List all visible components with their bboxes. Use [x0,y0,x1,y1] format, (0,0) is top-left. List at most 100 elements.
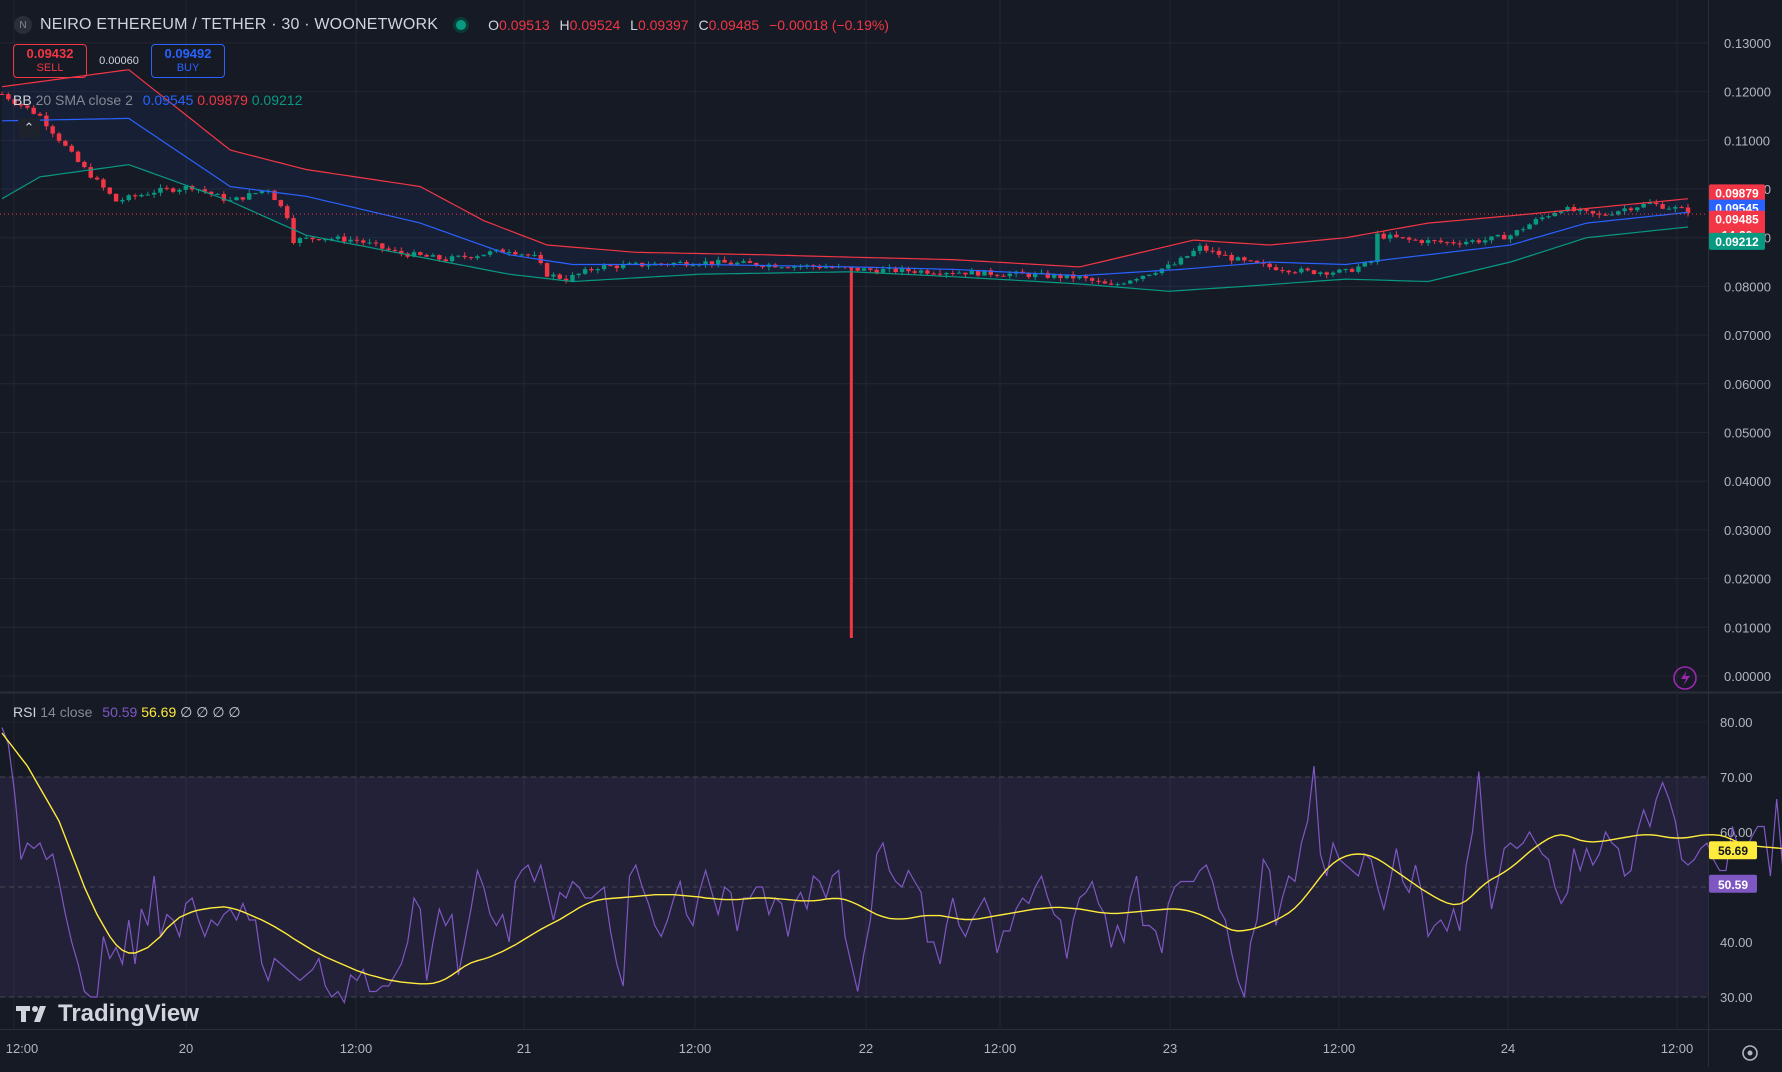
time-axis-tick: 21 [517,1041,531,1056]
candle-body [1470,240,1475,242]
candle-body [278,200,284,207]
symbol-icon[interactable]: N [14,16,32,34]
price-axis-tick: 0.06000 [1724,377,1771,392]
candle-body [1273,267,1279,271]
candle-body [246,193,252,200]
candle-body [462,255,467,258]
price-axis-tick: 0.13000 [1724,36,1771,51]
candle-body [1660,204,1665,209]
sell-button[interactable]: 0.09432 SELL [13,44,87,78]
time-axis-tick: 24 [1501,1041,1515,1056]
chart-root[interactable]: 0.130000.120000.110000.100000.090000.080… [0,0,1782,1067]
candle-body [1096,280,1101,282]
bb-legend-upper: 0.09879 [197,92,248,108]
candle-body [728,262,734,265]
rsi-price-label: 50.59 [1718,878,1748,892]
candle-body [1140,275,1146,279]
candle-body [937,273,943,275]
buy-label: BUY [176,62,200,74]
logo-text: TradingView [58,1000,199,1027]
candle-body [513,252,518,255]
candle-body [582,269,588,274]
candle-body [1001,275,1006,277]
candle-body [1635,207,1640,211]
trade-panel: 0.09432 SELL 0.00060 0.09492 BUY [13,44,225,78]
candle-body [1438,240,1444,243]
candle-body [481,254,486,257]
market-open-icon [456,20,467,30]
candle-body [1153,273,1158,275]
candle-body [969,270,974,275]
candle-body [690,265,696,267]
candle-body [570,274,575,282]
candle-body [1248,260,1253,262]
candle-body [1337,269,1342,273]
candle-body [437,255,442,260]
candle-body [1641,203,1646,208]
candle-body [1527,224,1532,230]
candle-body [82,161,87,168]
candle-body [525,254,531,256]
chart-canvas[interactable]: 0.130000.120000.110000.100000.090000.080… [0,0,1782,1067]
candle-body [424,254,429,257]
candle-body [1375,233,1380,262]
collapse-legend-button[interactable]: ⌃ [18,118,40,138]
candle-body [113,193,119,202]
bb-legend[interactable]: BB 20 SMA close 2 0.09545 0.09879 0.0921… [13,92,302,108]
ohlc-low-key: L [630,17,638,33]
candle-body [1349,269,1355,272]
buy-button[interactable]: 0.09492 BUY [151,44,225,78]
candle-body [170,188,176,192]
candle-body [373,242,379,244]
rsi-legend-value: 50.59 [102,704,138,720]
candle-body [361,240,366,243]
time-axis-tick: 12:00 [984,1041,1017,1056]
candle-body [1425,240,1431,244]
candle-body [1419,240,1425,244]
candle-body [1451,242,1456,244]
candle-body [1501,234,1507,240]
candle-body [747,261,753,263]
rsi-legend-extra: ∅ ∅ ∅ ∅ [180,704,241,720]
candle-body [608,265,613,267]
candle-body [468,257,474,259]
candle-body [1267,263,1272,268]
rsi-legend[interactable]: RSI 14 close 50.59 56.69 ∅ ∅ ∅ ∅ [13,704,241,721]
candle-body [487,251,493,255]
time-axis-tick: 22 [859,1041,873,1056]
candle-body [519,254,524,256]
candle-body [1406,237,1412,240]
chevron-up-icon: ⌃ [23,120,35,135]
candle-body [633,262,639,264]
bb-legend-lower: 0.09212 [251,92,303,108]
candle-body [37,113,43,116]
candle-body [1679,207,1684,209]
price-axis-tick: 0.03000 [1724,523,1771,538]
price-axis-tick: 0.08000 [1724,279,1771,294]
candle-body [1508,235,1513,240]
candle-body [430,255,436,257]
tradingview-logo[interactable]: TradingView [16,1000,199,1028]
candle-body [1286,270,1291,273]
candle-body [253,193,258,195]
candle-body [557,274,562,279]
price-axis-tick: 0.02000 [1724,572,1771,587]
candle-body [576,273,582,275]
rsi-ma-price-label: 56.69 [1718,844,1748,858]
candle-body [151,192,157,195]
candle-body [1223,254,1228,256]
candle-body [1305,268,1310,271]
candle-body [1457,243,1463,245]
candle-body [50,126,55,134]
candle-body [215,193,220,195]
candle-body [120,200,125,202]
candle-body [963,272,968,275]
symbol-title[interactable]: NEIRO ETHEREUM / TETHER · 30 · WOONETWOR… [40,16,438,34]
candle-body [1210,250,1215,252]
candle-body [1482,240,1488,243]
candle-body [830,267,835,269]
candle-body [354,239,360,241]
candle-body [1622,208,1627,212]
candle-body [1489,236,1494,241]
candle-body [1089,278,1095,281]
